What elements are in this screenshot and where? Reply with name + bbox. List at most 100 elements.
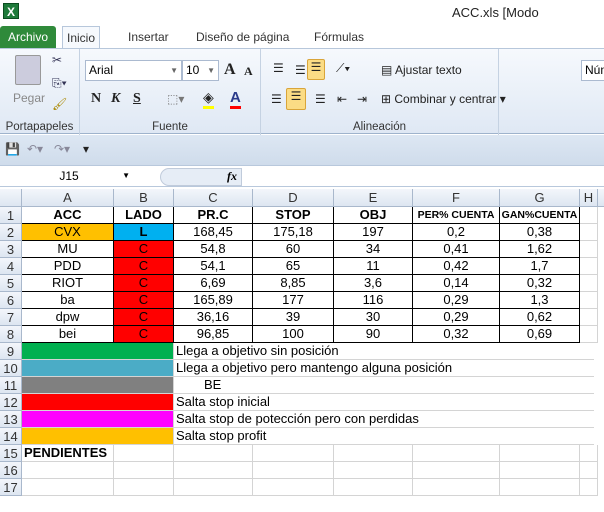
row-header[interactable]: 5 [0, 275, 22, 292]
row-header[interactable]: 1 [0, 207, 22, 224]
table-cell[interactable]: 3,6 [334, 275, 413, 292]
empty-cell[interactable] [334, 462, 413, 479]
empty-cell[interactable] [580, 224, 598, 241]
empty-cell[interactable] [253, 479, 334, 496]
table-cell[interactable]: 11 [334, 258, 413, 275]
empty-cell[interactable] [413, 479, 500, 496]
save-icon[interactable]: 💾 [5, 142, 20, 156]
tab-insertar[interactable]: Insertar [120, 26, 177, 49]
table-cell[interactable]: 1,3 [500, 292, 580, 309]
align-bottom-icon[interactable]: ☰ [307, 59, 325, 80]
align-top-icon[interactable]: ☰ [273, 61, 284, 75]
empty-cell[interactable] [174, 445, 253, 462]
empty-cell[interactable] [580, 207, 598, 224]
number-format-select[interactable]: Núm [581, 60, 604, 81]
row-header[interactable]: 2 [0, 224, 22, 241]
column-header[interactable]: H [580, 189, 598, 207]
wrap-text-button[interactable]: ▤ Ajustar texto [381, 63, 462, 77]
row-header[interactable]: 16 [0, 462, 22, 479]
excel-icon[interactable]: X [3, 3, 19, 19]
table-cell[interactable]: 177 [253, 292, 334, 309]
insert-function-button[interactable]: fx [227, 169, 237, 184]
empty-cell[interactable] [334, 445, 413, 462]
row-header[interactable]: 3 [0, 241, 22, 258]
column-header[interactable] [598, 189, 604, 207]
table-cell[interactable]: 116 [334, 292, 413, 309]
legend-text[interactable]: Salta stop profit [174, 428, 594, 445]
column-header[interactable]: D [253, 189, 334, 207]
header-cell[interactable]: STOP [253, 207, 334, 224]
header-cell[interactable]: LADO [114, 207, 174, 224]
table-cell[interactable]: 1,62 [500, 241, 580, 258]
empty-cell[interactable] [253, 462, 334, 479]
shrink-font-button[interactable]: A [244, 64, 253, 79]
table-cell[interactable]: 8,85 [253, 275, 334, 292]
legend-text[interactable]: Llega a objetivo pero mantengo alguna po… [174, 360, 594, 377]
font-size-select[interactable]: 10 ▼ [182, 60, 219, 81]
tab-inicio[interactable]: Inicio [62, 26, 100, 49]
table-cell[interactable]: PDD [22, 258, 114, 275]
column-header[interactable]: F [413, 189, 500, 207]
undo-icon[interactable]: ↶▾ [27, 142, 43, 156]
column-header[interactable]: C [174, 189, 253, 207]
table-cell[interactable]: 1,7 [500, 258, 580, 275]
empty-cell[interactable] [580, 462, 598, 479]
empty-cell[interactable] [114, 462, 174, 479]
grow-font-button[interactable]: A [224, 61, 236, 79]
empty-cell[interactable] [500, 479, 580, 496]
table-cell[interactable]: C [114, 292, 174, 309]
table-cell[interactable]: 54,8 [174, 241, 253, 258]
column-header[interactable]: E [334, 189, 413, 207]
empty-cell[interactable] [413, 462, 500, 479]
legend-color-swatch[interactable] [22, 343, 174, 360]
empty-cell[interactable] [174, 479, 253, 496]
empty-cell[interactable] [500, 445, 580, 462]
empty-cell[interactable] [580, 309, 598, 326]
table-cell[interactable]: bei [22, 326, 114, 343]
legend-color-swatch[interactable] [22, 394, 174, 411]
formula-input[interactable] [244, 166, 604, 186]
row-header[interactable]: 14 [0, 428, 22, 445]
font-name-select[interactable]: Arial ▼ [85, 60, 182, 81]
empty-cell[interactable] [580, 275, 598, 292]
row-header[interactable]: 11 [0, 377, 22, 394]
table-cell[interactable]: C [114, 275, 174, 292]
header-cell[interactable]: OBJ [334, 207, 413, 224]
font-color-button[interactable]: A [230, 89, 241, 109]
table-cell[interactable]: 36,16 [174, 309, 253, 326]
empty-cell[interactable] [580, 445, 598, 462]
name-box[interactable]: J15 ▼ [0, 166, 138, 186]
redo-icon[interactable]: ↷▾ [54, 142, 70, 156]
customize-qat-icon[interactable]: ▾ [83, 142, 89, 156]
table-cell[interactable]: 0,32 [500, 275, 580, 292]
select-all-corner[interactable] [0, 189, 22, 207]
table-cell[interactable]: C [114, 326, 174, 343]
table-cell[interactable]: 0,2 [413, 224, 500, 241]
row-header[interactable]: 15 [0, 445, 22, 462]
underline-button[interactable]: S [133, 91, 141, 107]
column-header[interactable]: G [500, 189, 580, 207]
row-header[interactable]: 8 [0, 326, 22, 343]
header-cell[interactable]: ACC [22, 207, 114, 224]
merge-center-button[interactable]: ⊞ Combinar y centrar ▾ [381, 92, 506, 106]
legend-color-swatch[interactable] [22, 411, 174, 428]
row-header[interactable]: 13 [0, 411, 22, 428]
header-cell[interactable]: PR.C [174, 207, 253, 224]
empty-cell[interactable] [22, 462, 114, 479]
row-header[interactable]: 17 [0, 479, 22, 496]
align-middle-icon[interactable]: ☰ [295, 63, 306, 77]
cut-icon[interactable]: ✂ [52, 53, 62, 67]
table-cell[interactable]: 60 [253, 241, 334, 258]
table-cell[interactable]: 100 [253, 326, 334, 343]
table-cell[interactable]: MU [22, 241, 114, 258]
empty-cell[interactable] [580, 479, 598, 496]
table-cell[interactable]: C [114, 309, 174, 326]
empty-cell[interactable] [580, 326, 598, 343]
row-header[interactable]: 4 [0, 258, 22, 275]
header-cell[interactable]: PER% CUENTA [413, 207, 500, 224]
table-cell[interactable]: 0,42 [413, 258, 500, 275]
table-cell[interactable]: 39 [253, 309, 334, 326]
tab-archivo[interactable]: Archivo [0, 26, 56, 49]
row-header[interactable]: 10 [0, 360, 22, 377]
row-header[interactable]: 7 [0, 309, 22, 326]
